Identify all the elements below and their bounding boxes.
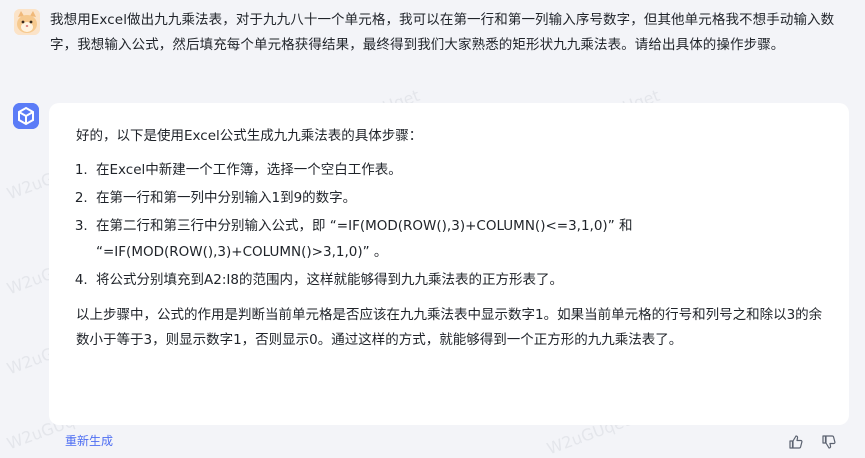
regenerate-button[interactable]: 重新生成 bbox=[65, 432, 113, 449]
thumbs-up-icon[interactable] bbox=[788, 434, 804, 450]
user-avatar bbox=[14, 9, 40, 35]
cat-face-icon bbox=[14, 9, 40, 35]
list-item: 在第一行和第一列中分别输入1到9的数字。 bbox=[92, 185, 831, 211]
list-item: 在Excel中新建一个工作簿，选择一个空白工作表。 bbox=[92, 157, 831, 183]
cube-logo-icon bbox=[13, 103, 39, 129]
steps-list: 在Excel中新建一个工作簿，选择一个空白工作表。 在第一行和第一列中分别输入1… bbox=[76, 157, 831, 293]
list-item: 在第二行和第三行中分别输入公式，即 “=IF(MOD(ROW(),3)+COLU… bbox=[92, 213, 831, 265]
response-intro: 好的，以下是使用Excel公式生成九九乘法表的具体步骤： bbox=[76, 128, 423, 144]
user-message: 我想用Excel做出九九乘法表，对于九九八十一个单元格，我可以在第一行和第一列输… bbox=[50, 12, 835, 53]
thumbs-down-icon[interactable] bbox=[821, 434, 837, 450]
response-outro: 以上步骤中，公式的作用是判断当前单元格是否应该在九九乘法表中显示数字1。如果当前… bbox=[76, 307, 823, 348]
list-item: 将公式分别填充到A2:I8的范围内，这样就能够得到九九乘法表的正方形表了。 bbox=[92, 267, 831, 293]
assistant-avatar bbox=[13, 103, 39, 129]
assistant-response-card: 好的，以下是使用Excel公式生成九九乘法表的具体步骤： 在Excel中新建一个… bbox=[49, 103, 849, 425]
